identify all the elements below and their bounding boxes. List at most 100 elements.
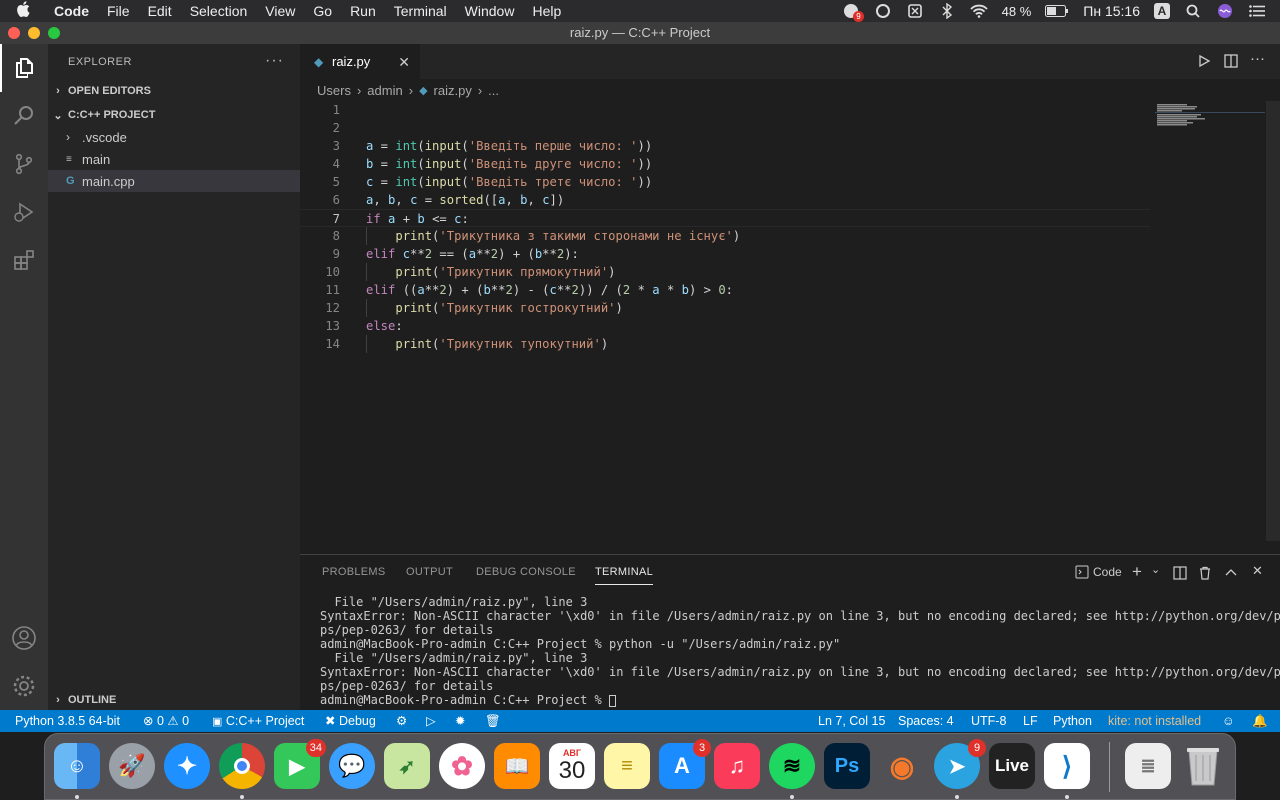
- launchpad-icon[interactable]: 🚀: [109, 743, 155, 789]
- menu-edit[interactable]: Edit: [139, 0, 181, 22]
- tab-raiz-py[interactable]: ◆ raiz.py ✕: [300, 44, 420, 79]
- menu-selection[interactable]: Selection: [181, 0, 257, 22]
- more-actions-icon[interactable]: ···: [1250, 50, 1265, 67]
- indentation[interactable]: Spaces: 4: [898, 710, 954, 732]
- music-icon[interactable]: ♫: [714, 743, 760, 789]
- run-icon[interactable]: ▷: [426, 710, 436, 732]
- close-window-button[interactable]: [8, 27, 20, 39]
- creative-cloud-icon[interactable]: [874, 3, 892, 19]
- menubar-clock[interactable]: Пн 15:16: [1083, 3, 1140, 19]
- file-encoding[interactable]: UTF-8: [971, 710, 1006, 732]
- code-editor[interactable]: 1 2 3a = int(input('Введіть перше число:…: [300, 101, 1150, 541]
- folder-indicator[interactable]: ▣ C:C++ Project: [212, 710, 304, 732]
- gear-icon[interactable]: ⚙: [396, 710, 407, 732]
- project-section[interactable]: ⌄ C:C++ PROJECT: [48, 104, 300, 126]
- screen-share-icon[interactable]: [906, 3, 924, 19]
- maps-icon[interactable]: ➶: [384, 743, 430, 789]
- breadcrumb-admin[interactable]: admin: [367, 83, 402, 98]
- menu-view[interactable]: View: [256, 0, 304, 22]
- calendar-icon[interactable]: АВГ 30: [549, 743, 595, 789]
- bell-icon[interactable]: 🔔: [1252, 710, 1268, 732]
- app-store-icon[interactable]: A 3: [659, 739, 711, 789]
- terminal-selector[interactable]: Code: [1075, 565, 1122, 579]
- open-editors-section[interactable]: › OPEN EDITORS: [48, 80, 300, 102]
- new-terminal-icon[interactable]: +: [1132, 562, 1142, 582]
- accounts-activity-button[interactable]: [0, 614, 48, 662]
- minimap[interactable]: [1155, 101, 1265, 541]
- explorer-activity-button[interactable]: [0, 44, 48, 92]
- trash-icon[interactable]: 🗑: [485, 710, 501, 732]
- documents-stack-icon[interactable]: ≣: [1125, 743, 1171, 789]
- chrome-icon[interactable]: [219, 743, 265, 789]
- tab-debug-console[interactable]: DEBUG CONSOLE: [476, 566, 576, 578]
- telegram-icon[interactable]: ➤ 9: [934, 739, 986, 789]
- manage-activity-button[interactable]: [0, 662, 48, 710]
- wifi-icon[interactable]: [969, 3, 988, 19]
- menu-window[interactable]: Window: [456, 0, 524, 22]
- breadcrumb-file[interactable]: raiz.py: [434, 83, 472, 98]
- end-of-line[interactable]: LF: [1023, 710, 1038, 732]
- tree-folder-vscode[interactable]: › .vscode: [48, 126, 300, 148]
- tab-problems[interactable]: PROBLEMS: [322, 566, 386, 578]
- chevron-down-icon[interactable]: ⌄: [1151, 563, 1160, 576]
- notes-icon[interactable]: ≡: [604, 743, 650, 789]
- menu-run[interactable]: Run: [341, 0, 385, 22]
- apple-icon[interactable]: [0, 0, 46, 22]
- siri-icon[interactable]: [1216, 3, 1234, 19]
- bluetooth-icon[interactable]: [938, 3, 956, 19]
- tree-file-main-cpp[interactable]: G main.cpp: [48, 170, 300, 192]
- menu-go[interactable]: Go: [304, 0, 341, 22]
- photos-icon[interactable]: ✿: [439, 743, 485, 789]
- menu-file[interactable]: File: [98, 0, 139, 22]
- run-file-icon[interactable]: [1197, 54, 1211, 73]
- spotlight-search-icon[interactable]: [1184, 3, 1202, 19]
- debug-indicator[interactable]: ✖ Debug: [325, 710, 376, 732]
- source-control-activity-button[interactable]: [0, 140, 48, 188]
- vscode-icon[interactable]: ⟩: [1044, 743, 1090, 789]
- split-terminal-icon[interactable]: [1173, 566, 1187, 585]
- menu-app-code[interactable]: Code: [46, 0, 98, 22]
- language-mode[interactable]: Python: [1053, 710, 1092, 732]
- input-source-indicator[interactable]: A: [1154, 3, 1170, 19]
- terminal-output[interactable]: File "/Users/admin/raiz.py", line 3 Synt…: [320, 595, 1280, 707]
- spotify-icon[interactable]: ≋: [769, 743, 815, 789]
- search-activity-button[interactable]: [0, 92, 48, 140]
- trash-icon[interactable]: [1198, 566, 1212, 585]
- outline-section[interactable]: › OUTLINE: [48, 689, 300, 711]
- menu-help[interactable]: Help: [523, 0, 570, 22]
- kite-status[interactable]: kite: not installed: [1108, 710, 1201, 732]
- trash-icon[interactable]: [1180, 743, 1226, 789]
- python-interpreter[interactable]: Python 3.8.5 64-bit: [15, 710, 120, 732]
- problems-indicator[interactable]: ⊗ 0 ⚠ 0: [143, 710, 189, 732]
- tab-terminal[interactable]: TERMINAL: [595, 566, 654, 585]
- books-icon[interactable]: 📖: [494, 743, 540, 789]
- split-editor-icon[interactable]: [1224, 54, 1238, 73]
- battery-icon[interactable]: [1045, 3, 1069, 19]
- run-debug-activity-button[interactable]: [0, 188, 48, 236]
- notification-center-icon[interactable]: [1248, 3, 1266, 19]
- safari-icon[interactable]: ✦: [164, 743, 210, 789]
- minimize-window-button[interactable]: [28, 27, 40, 39]
- finder-icon[interactable]: ☺: [54, 743, 100, 789]
- ableton-live-icon[interactable]: Live: [989, 743, 1035, 789]
- extensions-activity-button[interactable]: [0, 236, 48, 284]
- photoshop-icon[interactable]: Ps: [824, 743, 870, 789]
- blender-icon[interactable]: ◉: [879, 743, 925, 789]
- messages-icon[interactable]: 💬: [329, 743, 375, 789]
- tab-output[interactable]: OUTPUT: [406, 566, 453, 578]
- breadcrumb-symbols[interactable]: ...: [488, 83, 499, 98]
- maximize-panel-icon[interactable]: [1225, 566, 1237, 584]
- tree-file-main[interactable]: ≡ main: [48, 148, 300, 170]
- cursor-position[interactable]: Ln 7, Col 15: [818, 710, 885, 732]
- facetime-icon[interactable]: ▶ 34: [274, 739, 326, 789]
- notification-app-icon[interactable]: 9: [842, 3, 864, 22]
- editor-scrollbar[interactable]: [1266, 101, 1280, 541]
- bug-icon[interactable]: ✹: [455, 710, 465, 732]
- close-panel-icon[interactable]: ✕: [1252, 563, 1263, 579]
- zoom-window-button[interactable]: [48, 27, 60, 39]
- breadcrumb-users[interactable]: Users: [317, 83, 351, 98]
- feedback-icon[interactable]: ☺: [1222, 710, 1235, 732]
- close-tab-icon[interactable]: ✕: [398, 54, 410, 71]
- menu-terminal[interactable]: Terminal: [385, 0, 456, 22]
- more-actions-icon[interactable]: ···: [265, 52, 284, 70]
